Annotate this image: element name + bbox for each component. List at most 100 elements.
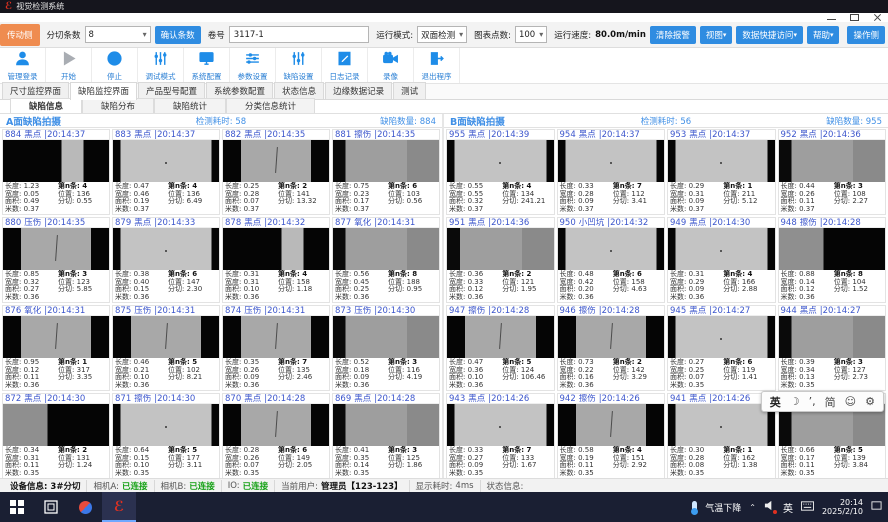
touch-keyboard-icon[interactable] [801, 501, 814, 514]
maximize-button-icon[interactable] [850, 14, 859, 21]
toolbar-button-log[interactable]: 日志记录 [322, 48, 368, 83]
main-tab-5[interactable]: 边缘数据记录 [325, 82, 392, 99]
defect-image[interactable] [558, 404, 665, 446]
defect-image[interactable] [668, 316, 775, 358]
defect-image[interactable] [223, 316, 329, 358]
defect-cell[interactable]: 876氧化|20:14:31长度: 0.95宽度: 0.12面积: 0.11米数… [2, 305, 110, 391]
main-tab-2[interactable]: 产品型号配置 [138, 82, 205, 99]
ime-punct-icon[interactable]: ’, [809, 395, 816, 408]
sub-tab-0[interactable]: 缺陷信息 [10, 98, 82, 113]
defect-image[interactable] [333, 140, 439, 182]
defect-cell[interactable]: 951黑点|20:14:36长度: 0.36宽度: 0.33面积: 0.12米数… [446, 217, 555, 303]
operator-side-button[interactable]: 操作侧 [847, 26, 885, 44]
toolbar-button-sliders-h[interactable]: 参数设置 [230, 48, 276, 83]
main-tab-6[interactable]: 测试 [393, 82, 426, 99]
defect-cell[interactable]: 947擦伤|20:14:28长度: 0.47宽度: 0.36面积: 0.10米数… [446, 305, 555, 391]
toolbar-button-exit[interactable]: 退出程序 [414, 48, 460, 83]
defect-image[interactable] [558, 228, 665, 270]
defect-cell[interactable]: 875压伤|20:14:31长度: 0.46宽度: 0.21面积: 0.10米数… [112, 305, 220, 391]
defect-image[interactable] [779, 140, 886, 182]
sub-tab-2[interactable]: 缺陷统计 [154, 98, 226, 113]
defect-cell[interactable]: 948擦伤|20:14:28长度: 0.88宽度: 0.14面积: 0.12米数… [778, 217, 887, 303]
main-tab-3[interactable]: 系统参数配置 [206, 82, 273, 99]
defect-cell[interactable]: 878黑点|20:14:32长度: 0.31宽度: 0.31面积: 0.10米数… [222, 217, 330, 303]
defect-image[interactable] [333, 228, 439, 270]
sub-tab-1[interactable]: 缺陷分布 [82, 98, 154, 113]
volume-muted-icon[interactable] [764, 500, 775, 514]
taskbar-clock[interactable]: 20:14 2025/2/10 [822, 498, 863, 516]
weather-text[interactable]: 气温下降 [705, 501, 741, 514]
defect-image[interactable] [113, 140, 219, 182]
defect-cell[interactable]: 955黑点|20:14:39长度: 0.55宽度: 0.55面积: 0.32米数… [446, 129, 555, 215]
ime-settings-gear-icon[interactable]: ⚙ [865, 395, 875, 408]
browser-app-icon[interactable] [68, 492, 102, 522]
ime-lang-toggle[interactable]: 英 [770, 394, 781, 410]
defect-image[interactable] [223, 228, 329, 270]
defect-cell[interactable]: 944黑点|20:14:27长度: 0.39宽度: 0.34面积: 0.13米数… [778, 305, 887, 391]
defect-cell[interactable]: 954黑点|20:14:37长度: 0.33宽度: 0.28面积: 0.09米数… [557, 129, 666, 215]
defect-image[interactable] [333, 404, 439, 446]
toolbar-button-sliders-v[interactable]: 缺陷设置 [276, 48, 322, 83]
ime-moon-icon[interactable]: ☽ [790, 395, 800, 408]
drive-side-button[interactable]: 传动侧 [0, 24, 40, 46]
defect-cell[interactable]: 946擦伤|20:14:28长度: 0.73宽度: 0.22面积: 0.16米数… [557, 305, 666, 391]
defect-cell[interactable]: 941黑点|20:14:26长度: 0.30宽度: 0.28面积: 0.08米数… [667, 393, 776, 478]
defect-cell[interactable]: 950小凹坑|20:14:32长度: 0.48宽度: 0.42面积: 0.20米… [557, 217, 666, 303]
defect-cell[interactable]: 949黑点|20:14:30长度: 0.31宽度: 0.29面积: 0.09米数… [667, 217, 776, 303]
hidden-icons-chevron-icon[interactable]: ⌃ [749, 503, 756, 512]
defect-image[interactable] [447, 316, 554, 358]
main-tab-0[interactable]: 尺寸监控界面 [2, 82, 69, 99]
defect-image[interactable] [113, 404, 219, 446]
defect-image[interactable] [113, 316, 219, 358]
task-view-icon[interactable] [34, 492, 68, 522]
ime-simplified-toggle[interactable]: 简 [825, 394, 836, 410]
defect-image[interactable] [447, 404, 554, 446]
notification-center-icon[interactable] [871, 500, 882, 514]
defect-image[interactable] [558, 316, 665, 358]
close-button-icon[interactable] [873, 14, 882, 21]
toolbar-button-monitor[interactable]: 系统配置 [184, 48, 230, 83]
defect-cell[interactable]: 870黑点|20:14:28长度: 0.28宽度: 0.26面积: 0.07米数… [222, 393, 330, 478]
defect-cell[interactable]: 883黑点|20:14:37长度: 0.47宽度: 0.46面积: 0.19米数… [112, 129, 220, 215]
inspection-app-icon[interactable]: ℰ [102, 492, 136, 522]
roll-number-input[interactable]: 3117-1 [229, 26, 370, 43]
quick-data-menu-button[interactable]: 数据快捷访问 [736, 26, 803, 44]
toolbar-button-stop[interactable]: 停止 [92, 48, 138, 83]
defect-image[interactable] [668, 404, 775, 446]
chart-points-select[interactable]: 100 [515, 26, 547, 43]
language-indicator[interactable]: 英 [783, 500, 793, 515]
run-mode-select[interactable]: 双面检测 [417, 26, 467, 43]
clear-alarm-button[interactable]: 清除报警 [650, 26, 696, 44]
defect-cell[interactable]: 945黑点|20:14:27长度: 0.27宽度: 0.25面积: 0.07米数… [667, 305, 776, 391]
defect-cell[interactable]: 873压伤|20:14:30长度: 0.52宽度: 0.18面积: 0.09米数… [332, 305, 440, 391]
defect-image[interactable] [779, 228, 886, 270]
main-tab-4[interactable]: 状态信息 [274, 82, 324, 99]
defect-cell[interactable]: 943黑点|20:14:26长度: 0.33宽度: 0.27面积: 0.09米数… [446, 393, 555, 478]
defect-cell[interactable]: 871擦伤|20:14:30长度: 0.64宽度: 0.15面积: 0.10米数… [112, 393, 220, 478]
sub-tab-3[interactable]: 分类信息统计 [226, 98, 315, 113]
defect-cell[interactable]: 884黑点|20:14:37长度: 1.23宽度: 0.05面积: 0.49米数… [2, 129, 110, 215]
defect-image[interactable] [3, 228, 109, 270]
defect-image[interactable] [447, 140, 554, 182]
defect-image[interactable] [558, 140, 665, 182]
defect-image[interactable] [668, 140, 775, 182]
defect-cell[interactable]: 880压伤|20:14:35长度: 0.85宽度: 0.32面积: 0.27米数… [2, 217, 110, 303]
strips-select[interactable]: 8 [85, 26, 151, 43]
toolbar-button-play[interactable]: 开始 [46, 48, 92, 83]
defect-image[interactable] [668, 228, 775, 270]
toolbar-button-sliders-v[interactable]: 调试模式 [138, 48, 184, 83]
defect-cell[interactable]: 881擦伤|20:14:35长度: 0.75宽度: 0.23面积: 0.17米数… [332, 129, 440, 215]
defect-cell[interactable]: 872黑点|20:14:30长度: 0.34宽度: 0.31面积: 0.11米数… [2, 393, 110, 478]
view-menu-button[interactable]: 视图 [700, 26, 733, 44]
minimize-button-icon[interactable] [827, 14, 836, 21]
defect-image[interactable] [3, 140, 109, 182]
defect-cell[interactable]: 952黑点|20:14:36长度: 0.44宽度: 0.26面积: 0.11米数… [778, 129, 887, 215]
defect-cell[interactable]: 877氧化|20:14:31长度: 0.56宽度: 0.45面积: 0.25米数… [332, 217, 440, 303]
defect-image[interactable] [333, 316, 439, 358]
defect-cell[interactable]: 953黑点|20:14:37长度: 0.29宽度: 0.31面积: 0.09米数… [667, 129, 776, 215]
defect-cell[interactable]: 874压伤|20:14:31长度: 0.35宽度: 0.26面积: 0.09米数… [222, 305, 330, 391]
defect-image[interactable] [3, 316, 109, 358]
toolbar-button-user[interactable]: 管理登录 [0, 48, 46, 83]
help-menu-button[interactable]: 帮助 [807, 26, 840, 44]
confirm-strips-button[interactable]: 确认条数 [155, 26, 201, 44]
